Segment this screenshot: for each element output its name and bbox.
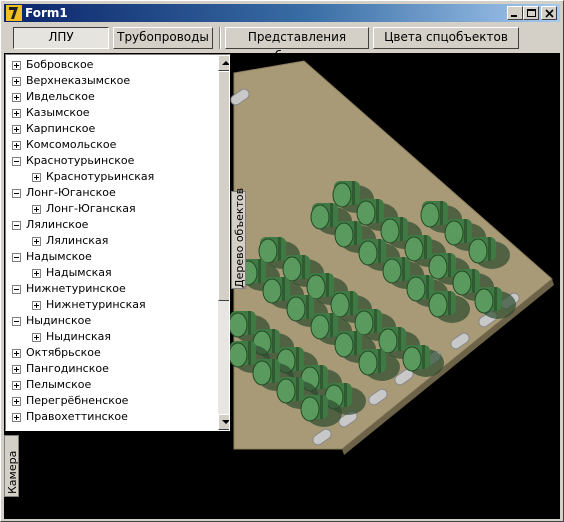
lpu-tree-panel[interactable]: Бобровское Верхнеказымское Ивдельское Казым…: [5, 54, 230, 431]
minimize-icon: [511, 15, 517, 17]
expand-icon[interactable]: [12, 93, 21, 102]
tree-item[interactable]: Пангодинское: [6, 361, 216, 377]
tree-item-label: Бобровское: [26, 58, 94, 71]
expand-icon[interactable]: [12, 381, 21, 390]
tree-item-label: Краснотурьинское: [26, 154, 135, 167]
tree-item[interactable]: Лонг-Юганское: [6, 185, 216, 201]
maximize-icon: [527, 9, 536, 17]
expand-icon[interactable]: [12, 141, 21, 150]
tree-item[interactable]: Перегрёбненское: [6, 393, 216, 409]
tree-item[interactable]: Пелымское: [6, 377, 216, 393]
tree-child-item[interactable]: Нижнетуринская: [6, 297, 216, 313]
title-bar[interactable]: Form1: [4, 4, 560, 22]
tree-item-label: Краснотурьинская: [46, 170, 155, 183]
tree-item-label: Нижнетуринское: [26, 282, 126, 295]
expand-icon[interactable]: [12, 365, 21, 374]
tree-item[interactable]: Правохеттинское: [6, 409, 216, 425]
tab-object-views[interactable]: Представления объектов: [225, 27, 369, 63]
collapse-icon[interactable]: [12, 157, 21, 166]
tree-item[interactable]: Октябрьское: [6, 345, 216, 361]
side-tab-camera-label: Камера: [6, 450, 19, 494]
collapse-icon[interactable]: [12, 317, 21, 326]
expand-icon[interactable]: [12, 413, 21, 422]
tree-item-label: Правохеттинское: [26, 410, 128, 423]
tree-item-label: Ивдельское: [26, 90, 95, 103]
tree-item-label: Надымская: [46, 266, 112, 279]
collapse-icon[interactable]: [12, 221, 21, 230]
tree-item[interactable]: Комсомольское: [6, 137, 216, 153]
window-title: Form1: [25, 6, 68, 20]
expand-icon[interactable]: [32, 237, 41, 246]
tree-item-label: Пангодинское: [26, 362, 109, 375]
scroll-down-button[interactable]: [218, 414, 229, 430]
tree-item-label: Пелымское: [26, 378, 92, 391]
close-icon: [545, 9, 554, 18]
collapse-icon[interactable]: [12, 285, 21, 294]
tree-child-item[interactable]: Лонг-Юганская: [6, 201, 216, 217]
expand-icon[interactable]: [12, 109, 21, 118]
tree-item-label: Лонг-Юганская: [46, 202, 136, 215]
tree-item-label: Лялинская: [46, 234, 109, 247]
tree-item[interactable]: Казымское: [6, 105, 216, 121]
expand-icon[interactable]: [32, 301, 41, 310]
side-tab-camera[interactable]: Камера: [4, 435, 19, 497]
expand-icon[interactable]: [12, 125, 21, 134]
tree-item-label: Казымское: [26, 106, 90, 119]
tree-scrollbar[interactable]: [218, 55, 229, 430]
tree-item-label: Ныдинское: [26, 314, 92, 327]
expand-icon[interactable]: [12, 349, 21, 358]
tree-item[interactable]: Бобровское: [6, 57, 216, 73]
collapse-icon[interactable]: [12, 253, 21, 262]
tree-child-item[interactable]: Краснотурьинская: [6, 169, 216, 185]
expand-icon[interactable]: [32, 173, 41, 182]
tree-item[interactable]: Нижнетуринское: [6, 281, 216, 297]
tab-special-object-colors[interactable]: Цвета спцобъектов: [373, 27, 519, 49]
tree-item[interactable]: Надымское: [6, 249, 216, 265]
tree-item-label: Карпинское: [26, 122, 96, 135]
tree-item-label: Лонг-Юганское: [26, 186, 116, 199]
arrow-down-icon: [222, 420, 229, 424]
expand-icon[interactable]: [32, 205, 41, 214]
toolbar-separator: [219, 27, 221, 49]
tree-child-item[interactable]: Надымская: [6, 265, 216, 281]
expand-icon[interactable]: [12, 77, 21, 86]
maximize-button[interactable]: [523, 6, 539, 20]
tree-item[interactable]: Карпинское: [6, 121, 216, 137]
tree-item[interactable]: Лялинское: [6, 217, 216, 233]
tree-item-label: Октябрьское: [26, 346, 101, 359]
tree-item[interactable]: Ныдинское: [6, 313, 216, 329]
tree-child-item[interactable]: Ныдинская: [6, 329, 216, 345]
scroll-thumb[interactable]: [218, 71, 229, 301]
tree-item-label: Перегрёбненское: [26, 394, 129, 407]
expand-icon[interactable]: [12, 61, 21, 70]
tree-item[interactable]: Ивдельское: [6, 89, 216, 105]
expand-icon[interactable]: [32, 333, 41, 342]
tree-item[interactable]: Краснотурьинское: [6, 153, 216, 169]
tree-item-label: Лялинское: [26, 218, 89, 231]
tree-child-item[interactable]: Лялинская: [6, 233, 216, 249]
arrow-up-icon: [222, 61, 229, 65]
scroll-up-button[interactable]: [218, 55, 229, 71]
side-tab-object-tree-label: Дерево объектов: [233, 187, 246, 288]
tree-item-label: Нижнетуринская: [46, 298, 146, 311]
minimize-button[interactable]: [507, 6, 523, 20]
tree-item-label: Верхнеказымское: [26, 74, 131, 87]
expand-icon[interactable]: [32, 269, 41, 278]
tree-item-label: Комсомольское: [26, 138, 117, 151]
tree-item-label: Надымское: [26, 250, 92, 263]
tree-item-label: Ныдинская: [46, 330, 111, 343]
main-window: Form1 ЛПУ Трубопроводы Представления объ…: [0, 0, 564, 522]
expand-icon[interactable]: [12, 397, 21, 406]
tree-item[interactable]: Верхнеказымское: [6, 73, 216, 89]
tab-pipelines[interactable]: Трубопроводы: [113, 27, 213, 49]
tab-lpu[interactable]: ЛПУ: [13, 27, 109, 49]
side-tab-object-tree[interactable]: Дерево объектов: [231, 187, 246, 289]
collapse-icon[interactable]: [12, 189, 21, 198]
close-button[interactable]: [541, 6, 557, 20]
delphi-app-icon: [6, 5, 22, 21]
